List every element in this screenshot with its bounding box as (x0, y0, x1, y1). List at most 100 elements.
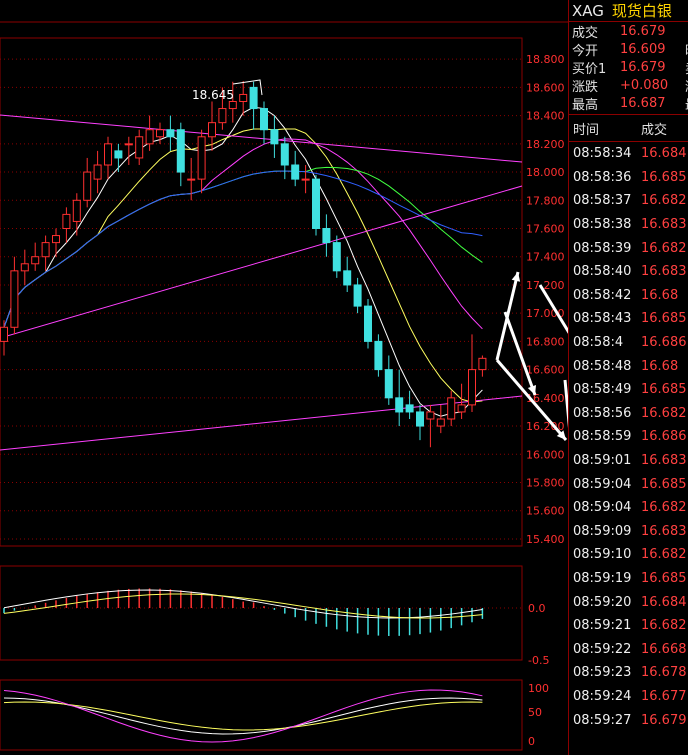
quote-row: 涨跌+0.080涨 (569, 76, 688, 95)
quote-label: 最高 (572, 97, 599, 113)
tick-time: 08:59:19 (573, 570, 632, 586)
tick-price: 16.685 (641, 476, 687, 492)
price-tick-label: 17.800 (526, 194, 565, 207)
candle-body (447, 397, 456, 420)
quote-row: 买价116.679卖 (569, 58, 688, 77)
quote-label: 买价1 (572, 61, 607, 77)
candle-body (156, 129, 164, 138)
tick-time: 08:59:04 (573, 500, 632, 516)
candle-body (114, 150, 123, 159)
tick-time: 08:59:21 (573, 618, 632, 634)
kdj-axis-label: 50 (528, 706, 542, 719)
tick-row: 08:58:43 16.685 (569, 307, 688, 331)
kdj-panel: 100 50 0 (3, 682, 549, 748)
price-tick-label: 16.000 (526, 448, 565, 461)
candle-body (41, 242, 50, 258)
candle-body (364, 305, 372, 342)
ticks-header-time: 时间 (573, 122, 600, 138)
tick-list[interactable]: 08:58:34 16.684 08:58:36 16.685 08:58:37 16.6… (569, 142, 688, 732)
candle-body (83, 171, 92, 201)
kdj-axis-label: 100 (528, 682, 549, 695)
candle-body (93, 164, 102, 180)
quote-value: 16.679 (620, 23, 666, 39)
tick-price: 16.683 (641, 523, 687, 539)
indicator-frame (0, 565, 523, 661)
price-tick-label: 18.200 (526, 138, 565, 151)
tick-price: 16.677 (641, 688, 687, 704)
ma30-line (3, 166, 483, 328)
candle-body (145, 129, 154, 145)
tick-time: 08:59:27 (573, 712, 632, 728)
price-tick-label: 17.600 (526, 223, 565, 236)
kdj-axis-label: 0 (528, 735, 535, 748)
price-tick-label: 16.800 (526, 335, 565, 348)
tick-time: 08:59:23 (573, 665, 632, 681)
tick-row: 08:58:38 16.683 (569, 213, 688, 237)
tick-price: 16.683 (641, 217, 687, 233)
candle-body (457, 404, 466, 413)
ma5-line (3, 106, 483, 417)
candle-body (301, 178, 310, 181)
tick-time: 08:59:09 (573, 523, 632, 539)
candle-body (208, 122, 216, 138)
tick-time: 08:58:37 (573, 193, 632, 209)
tick-row: 08:58:42 16.68 (569, 284, 688, 308)
tick-row: 08:58:48 16.68 (569, 354, 688, 378)
tick-time: 08:59:10 (573, 547, 632, 563)
tick-time: 08:58:56 (573, 405, 632, 421)
quote-label: 成交 (572, 25, 599, 41)
tick-price: 16.682 (641, 547, 687, 563)
tick-price: 16.683 (641, 264, 687, 280)
tick-time: 08:59:04 (573, 476, 632, 492)
tick-price: 16.684 (641, 146, 687, 162)
quote-panel: XAG 现货白银 成交16.679 今开16.609昨 买价116.679卖 涨… (568, 0, 688, 755)
candle-body (260, 108, 268, 131)
tick-row: 08:59:10 16.682 (569, 543, 688, 567)
tick-price: 16.685 (641, 169, 687, 185)
tick-row: 08:59:22 16.668 (569, 637, 688, 661)
candle-body (312, 178, 320, 230)
high-price-annotation: 18.645 (192, 88, 234, 102)
price-tick-label: 15.600 (526, 505, 565, 518)
tick-price: 16.682 (641, 500, 687, 516)
ticks-header: 时间 成交 (569, 114, 688, 142)
candle-body (343, 270, 352, 286)
candle-body (187, 178, 196, 181)
tick-time: 08:58:49 (573, 382, 632, 398)
tick-row: 08:59:09 16.683 (569, 520, 688, 544)
quote-row: 成交 16.679 (569, 22, 688, 41)
tick-time: 08:59:24 (573, 688, 632, 704)
price-tick-label: 17.200 (526, 279, 565, 292)
tick-row: 08:58:56 16.682 (569, 402, 688, 426)
tick-row: 08:58:37 16.682 (569, 189, 688, 213)
tick-price: 16.682 (641, 618, 687, 634)
candle-body (166, 129, 175, 138)
candle-body (249, 86, 258, 110)
tick-price: 16.685 (641, 382, 687, 398)
ma20-line (3, 138, 483, 330)
candle-body (239, 93, 248, 102)
tick-time: 08:59:20 (573, 594, 632, 610)
candle-body (20, 263, 29, 272)
candle-body (291, 164, 300, 180)
tick-row: 08:59:20 16.684 (569, 590, 688, 614)
symbol-name: 现货白银 (611, 2, 672, 20)
tick-row: 08:59:04 16.682 (569, 496, 688, 520)
candle-body (124, 143, 133, 146)
candle-body (416, 411, 424, 427)
tick-time: 08:58:36 (573, 169, 632, 185)
tick-time: 08:58:34 (573, 146, 632, 162)
tick-time: 08:58:43 (573, 311, 632, 327)
candle-body (62, 213, 71, 229)
price-tick-label: 18.800 (526, 53, 565, 66)
candle-body (72, 199, 81, 222)
tick-row: 08:58:4 16.686 (569, 331, 688, 355)
price-axis: 18.800 18.600 18.400 18.200 18.000 17.800 17.6… (526, 53, 565, 546)
kdj-j-line (3, 689, 483, 743)
kline-chart[interactable]: 18.800 18.600 18.400 18.200 18.000 17.800 17.6… (0, 0, 568, 755)
ma60-line (3, 170, 483, 328)
tick-time: 08:58:48 (573, 358, 632, 374)
quote-label: 涨跌 (572, 79, 599, 95)
tick-price: 16.68 (641, 358, 679, 374)
tick-row: 08:59:01 16.683 (569, 449, 688, 473)
